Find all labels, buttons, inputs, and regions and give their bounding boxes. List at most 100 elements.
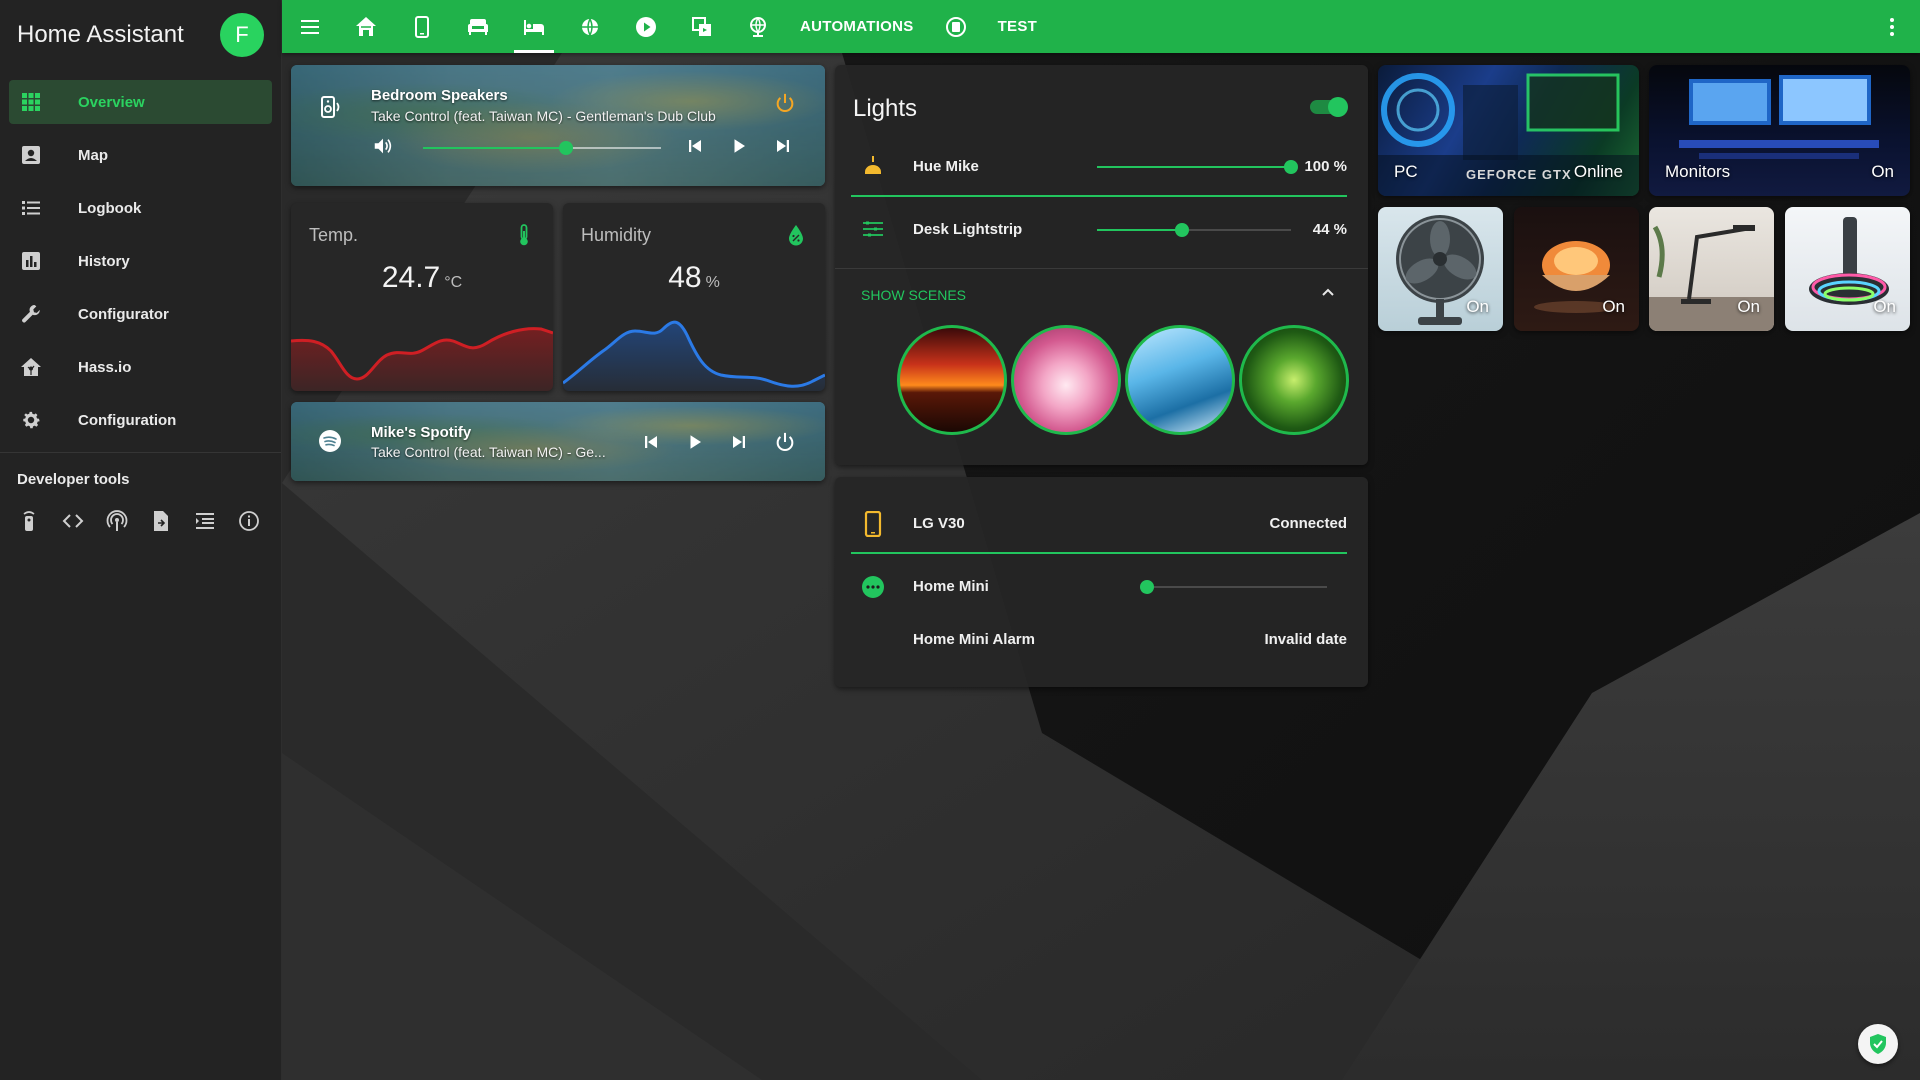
- media-controls: Mike's Spotify Take Control (feat. Taiwa…: [291, 402, 825, 481]
- ceiling-light-icon: [865, 156, 881, 174]
- salt-lamp-tile[interactable]: On: [1514, 207, 1639, 331]
- play-icon: [734, 139, 745, 153]
- tab-sofa[interactable]: [450, 0, 506, 53]
- pc-tile[interactable]: GEFORCE GTX PC Online: [1378, 65, 1639, 196]
- sidebar-item-configuration[interactable]: Configuration: [9, 398, 272, 442]
- tab-automations[interactable]: AUTOMATIONS: [786, 0, 928, 53]
- device-name[interactable]: Home Mini: [913, 578, 989, 595]
- power-button[interactable]: [771, 428, 799, 456]
- sidebar-item-configurator[interactable]: Configurator: [9, 292, 272, 336]
- light-name[interactable]: Hue Mike: [913, 158, 979, 175]
- volume-slider[interactable]: [423, 141, 661, 155]
- gpu-brand-label: GEFORCE GTX: [1466, 167, 1572, 182]
- scene-green[interactable]: [1239, 325, 1349, 435]
- sidebar-item-logbook[interactable]: Logbook: [9, 186, 272, 230]
- volume-slider-fill: [423, 147, 566, 149]
- sensor-value: 48: [668, 261, 702, 294]
- broadcast-icon[interactable]: [106, 510, 128, 532]
- sensor-unit: %: [705, 274, 720, 291]
- sidebar-item-map[interactable]: Map: [9, 133, 272, 177]
- tab-home-floor[interactable]: [338, 0, 394, 53]
- sidebar-item-history[interactable]: History: [9, 239, 272, 283]
- sidebar-item-label: Configuration: [78, 411, 177, 429]
- tab-test[interactable]: TEST: [984, 0, 1052, 53]
- spotify-icon: [316, 427, 344, 455]
- rgb-lamp-tile[interactable]: On: [1785, 207, 1910, 331]
- humidity-card[interactable]: Humidity 48%: [563, 203, 825, 391]
- monitors-tile[interactable]: Monitors On: [1649, 65, 1910, 196]
- globe-icon: [750, 16, 766, 37]
- file-export-icon[interactable]: [150, 510, 172, 532]
- security-shield-button[interactable]: [1858, 1024, 1898, 1064]
- brightness-slider[interactable]: [1097, 223, 1291, 237]
- show-scenes-toggle[interactable]: SHOW SCENES: [861, 287, 966, 303]
- code-icon[interactable]: [62, 510, 84, 532]
- play-button[interactable]: [725, 132, 753, 160]
- media-player-name: Mike's Spotify: [371, 424, 472, 441]
- copy-icon: [692, 16, 711, 36]
- lights-master-toggle[interactable]: [1310, 97, 1348, 117]
- user-avatar[interactable]: F: [220, 12, 264, 57]
- tab-phone[interactable]: [394, 0, 450, 53]
- sidebar-header: Home Assistant F: [0, 0, 281, 69]
- play-button[interactable]: [681, 428, 709, 456]
- media-player-name: Bedroom Speakers: [371, 87, 508, 104]
- brightness-slider-thumb[interactable]: [1175, 223, 1190, 237]
- sidebar-item-label: Logbook: [78, 199, 142, 217]
- sidebar-item-overview[interactable]: Overview: [9, 80, 272, 124]
- sensor-unit: °C: [444, 274, 463, 291]
- tile-state: On: [1871, 162, 1894, 181]
- volume-slider-thumb[interactable]: [1140, 580, 1154, 594]
- scene-ice[interactable]: [1125, 325, 1235, 435]
- list-icon: [20, 197, 42, 219]
- power-icon: [776, 432, 794, 451]
- test-badge-icon: [945, 16, 966, 37]
- humidity-sparkline: [563, 320, 825, 391]
- temperature-card[interactable]: Temp. 24.7 °C: [291, 203, 553, 391]
- scene-sunset[interactable]: [897, 325, 1007, 435]
- brightness-slider[interactable]: [1097, 160, 1298, 174]
- hassio-icon: [20, 356, 42, 378]
- chevron-up-icon[interactable]: [1318, 282, 1338, 302]
- device-name[interactable]: LG V30: [913, 515, 965, 532]
- more-options-button[interactable]: [1864, 0, 1920, 53]
- scene-blossom[interactable]: [1011, 325, 1121, 435]
- phone-icon: [415, 15, 429, 38]
- remote-icon[interactable]: [18, 510, 40, 532]
- device-name[interactable]: Home Mini Alarm: [913, 631, 1035, 648]
- next-track-button[interactable]: [725, 428, 753, 456]
- sensor-value-line: 24.7 °C: [291, 261, 553, 295]
- row-divider: [851, 552, 1347, 554]
- app-title: Home Assistant: [17, 20, 184, 48]
- play-circle-icon: [636, 16, 656, 37]
- sidebar-item-label: Overview: [78, 93, 145, 111]
- sidebar-item-hassio[interactable]: Hass.io: [9, 345, 272, 389]
- desk-lamp-tile[interactable]: On: [1649, 207, 1774, 331]
- tab-test-icon[interactable]: [928, 0, 984, 53]
- volume-button[interactable]: [369, 132, 397, 160]
- info-icon[interactable]: [238, 510, 260, 532]
- power-button[interactable]: [771, 89, 799, 117]
- previous-track-button[interactable]: [681, 132, 709, 160]
- volume-slider[interactable]: [1140, 580, 1327, 594]
- menu-button[interactable]: [282, 0, 338, 53]
- media-track-title: Take Control (feat. Taiwan MC) - Gentlem…: [371, 108, 716, 124]
- tab-network[interactable]: [730, 0, 786, 53]
- fan-tile[interactable]: On: [1378, 207, 1503, 331]
- previous-track-button[interactable]: [637, 428, 665, 456]
- tab-copy[interactable]: [674, 0, 730, 53]
- tab-weather[interactable]: [562, 0, 618, 53]
- bedroom-speakers-card: Bedroom Speakers Take Control (feat. Tai…: [291, 65, 825, 186]
- volume-slider-thumb[interactable]: [558, 141, 573, 155]
- light-name[interactable]: Desk Lightstrip: [913, 221, 1022, 238]
- weather-icon: [582, 18, 598, 35]
- thermometer-icon: [520, 224, 528, 246]
- brightness-value: 44 %: [1312, 221, 1347, 238]
- template-icon[interactable]: [194, 510, 216, 532]
- speaker-icon: [317, 93, 345, 121]
- tab-bedroom[interactable]: [506, 0, 562, 53]
- next-track-button[interactable]: [769, 132, 797, 160]
- spotify-card: Mike's Spotify Take Control (feat. Taiwa…: [291, 402, 825, 481]
- tile-name: Monitors: [1665, 162, 1731, 181]
- tab-media[interactable]: [618, 0, 674, 53]
